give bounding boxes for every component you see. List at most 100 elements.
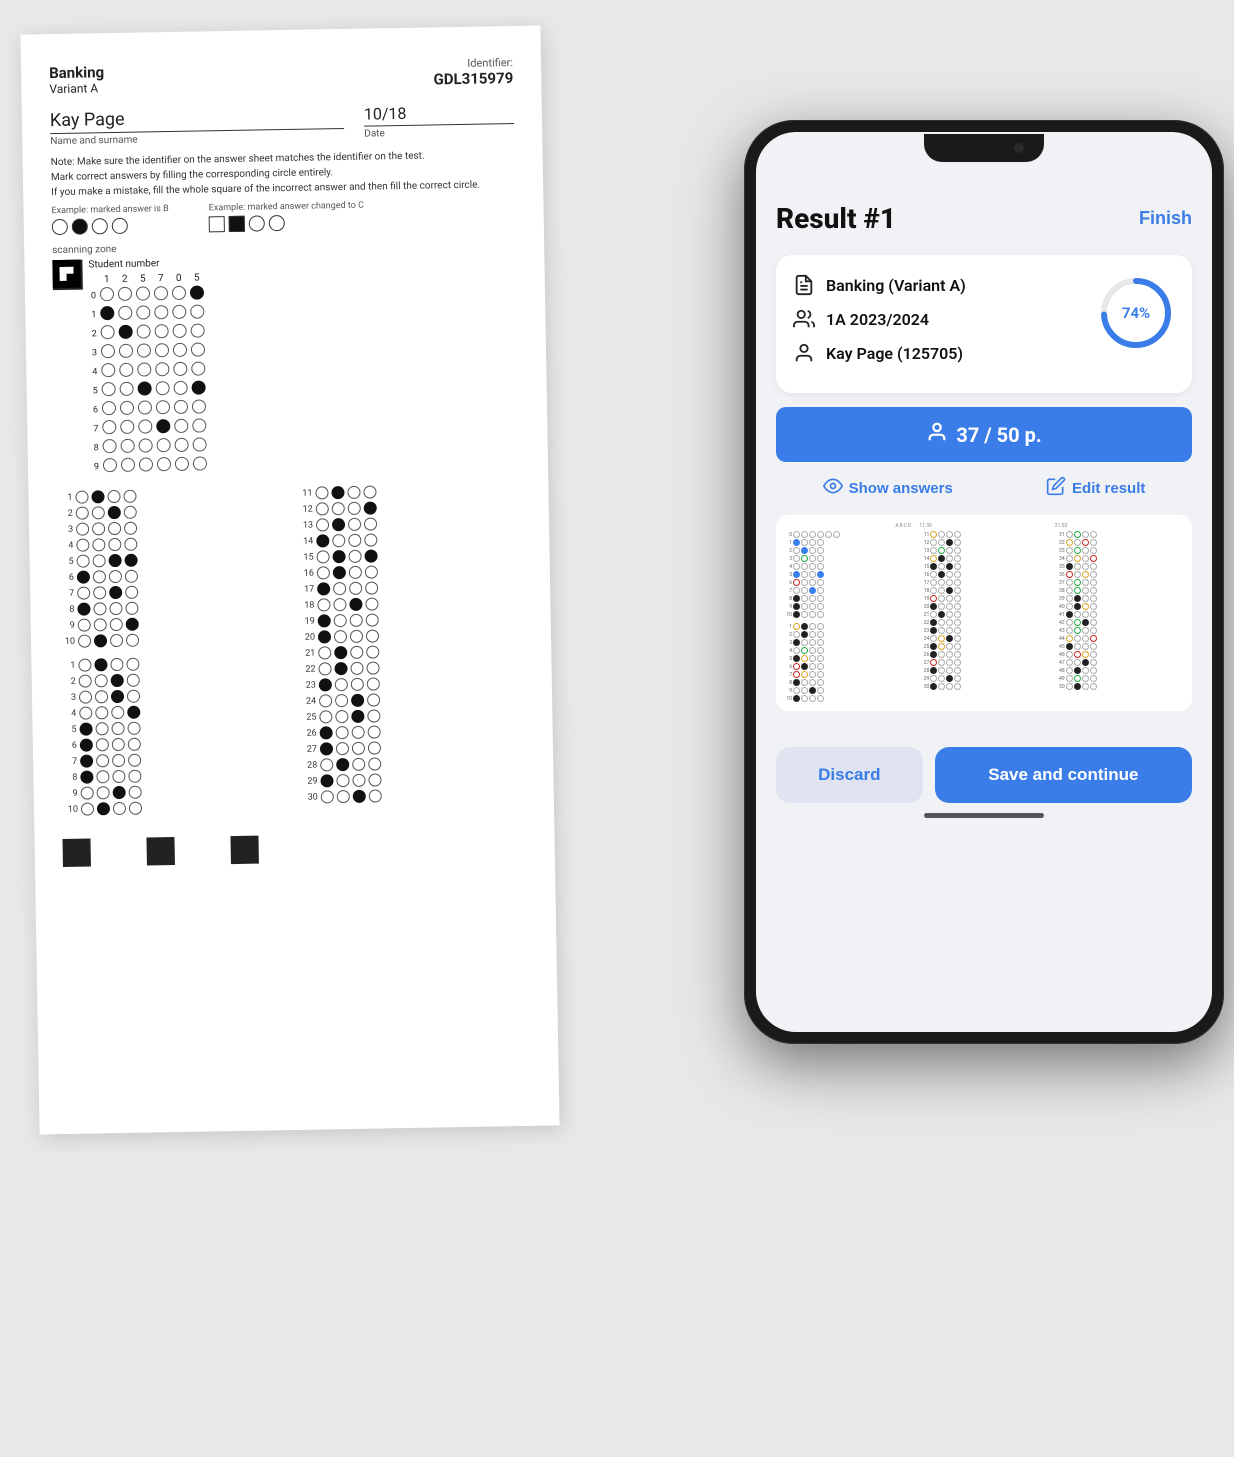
name-value: Kay Page (50, 105, 344, 134)
q20-row: 20 (299, 627, 523, 644)
q13-row: 13 (297, 515, 521, 532)
sq-a (209, 216, 225, 232)
course-item: Banking (Variant A) (792, 273, 1096, 297)
phone-wrapper: Result #1 Finish (744, 120, 1224, 1044)
show-answers-button[interactable]: Show answers (823, 476, 953, 501)
q14-row: 14 (297, 531, 521, 548)
score-bar: 37 / 50 p. (776, 407, 1192, 462)
bubble-b-filled (72, 218, 88, 234)
q30-row: 30 (302, 787, 526, 804)
phone-screen: Result #1 Finish (756, 132, 1212, 1032)
qa9-row: 9 (62, 783, 286, 800)
example2: Example: marked answer changed to C (209, 201, 365, 233)
sn-row-7: 7 (91, 417, 208, 438)
sheet-title: Banking (49, 63, 104, 82)
result-card: Banking (Variant A) (776, 255, 1192, 393)
sn-5-5-filled (192, 380, 206, 394)
discard-button[interactable]: Discard (776, 747, 923, 803)
sn-8-0 (103, 439, 117, 453)
edit-result-button[interactable]: Edit result (1046, 476, 1145, 501)
example2-bubbles (209, 214, 365, 233)
save-continue-button[interactable]: Save and continue (935, 747, 1192, 803)
sn-1-2 (136, 305, 150, 319)
sn-3-5 (191, 342, 205, 356)
sn-2-0 (101, 325, 115, 339)
qa6-row: 6 (61, 735, 285, 752)
bubble-c (92, 218, 108, 234)
sn-3-2 (137, 343, 151, 357)
bottom-marker-3 (230, 836, 258, 864)
date-field: 10/18 Date (364, 102, 515, 142)
class-icon (792, 307, 816, 331)
sq-b-filled (229, 216, 245, 232)
sn-9-1 (121, 458, 135, 472)
q9-row: 9 (59, 615, 283, 632)
bottom-buttons: Discard Save and continue (756, 735, 1212, 803)
qa8-row: 8 (61, 767, 285, 784)
answer-col-left: 1 2 3 4 (56, 487, 286, 819)
sn-1-5 (190, 304, 204, 318)
sn-2-3 (155, 324, 169, 338)
sheet-variant: Variant A (49, 81, 104, 96)
q17-row: 17 (298, 579, 522, 596)
sn-0-4 (172, 286, 186, 300)
qa2-row: 2 (60, 671, 284, 688)
sheet-header: Banking Variant A Identifier: GDL315979 (49, 56, 513, 96)
ex2-bubble-d (269, 215, 285, 231)
q4-row: 4 (57, 535, 281, 552)
student-number-table: 125705 0 (89, 271, 210, 476)
sn-4-3 (155, 362, 169, 376)
course-icon (792, 273, 816, 297)
example-row: Example: marked answer is B Example: mar… (51, 198, 515, 235)
bottom-marker-1 (62, 839, 90, 867)
sn-0-0 (100, 287, 114, 301)
sn-4-0 (101, 363, 115, 377)
sn-row-2: 2 (90, 322, 207, 343)
qa4-row: 4 (60, 703, 284, 720)
sn-2-2 (137, 324, 151, 338)
sn-7-2 (138, 419, 152, 433)
example1-bubbles (52, 217, 169, 235)
phone-notch (924, 134, 1044, 162)
sn-5-1 (120, 382, 134, 396)
date-label: Date (364, 128, 385, 139)
phone-camera (1014, 143, 1024, 153)
sn-row-5: 5 (91, 379, 208, 400)
bubble-a (52, 219, 68, 235)
sn-4-4 (173, 362, 187, 376)
finish-button[interactable]: Finish (1139, 208, 1192, 229)
sn-2-5 (191, 323, 205, 337)
sn-9-5 (193, 456, 207, 470)
student-item: Kay Page (125705) (792, 341, 1096, 365)
circle-progress: 74% (1096, 273, 1176, 353)
score-icon (926, 421, 948, 448)
student-name: Kay Page (125705) (826, 344, 963, 363)
ex2-bubble-c (249, 215, 265, 231)
sn-row-3: 3 (90, 341, 207, 362)
sn-1-0-filled (100, 306, 114, 320)
sn-3-1 (119, 344, 133, 358)
sn-1-1 (118, 306, 132, 320)
sheet-title-block: Banking Variant A (49, 63, 105, 96)
example1-label: Example: marked answer is B (51, 204, 168, 216)
sn-row-9: 9 (92, 455, 209, 476)
scan-col-3: 31-50 31 32 (1055, 523, 1184, 703)
answers-section: 1 2 3 4 (56, 483, 526, 819)
q11-row: 11 (296, 483, 520, 500)
edit-result-label: Edit result (1072, 480, 1145, 497)
scan-col-2: 11-30 11 12 (919, 523, 1048, 703)
sn-1-4 (172, 305, 186, 319)
answer-col-mid: 11 12 13 14 (296, 483, 526, 815)
identifier-value: GDL315979 (433, 69, 513, 88)
home-indicator (924, 813, 1044, 818)
sn-8-4 (175, 438, 189, 452)
sn-8-3 (157, 438, 171, 452)
sn-0-1 (118, 287, 132, 301)
student-number-block: Student number 125705 0 (88, 257, 209, 476)
q23-row: 23 (300, 675, 524, 692)
sn-3-3 (155, 343, 169, 357)
result-header: Result #1 Finish (776, 202, 1192, 235)
sn-3-4 (173, 343, 187, 357)
sn-6-2 (138, 400, 152, 414)
show-answers-label: Show answers (849, 480, 953, 497)
